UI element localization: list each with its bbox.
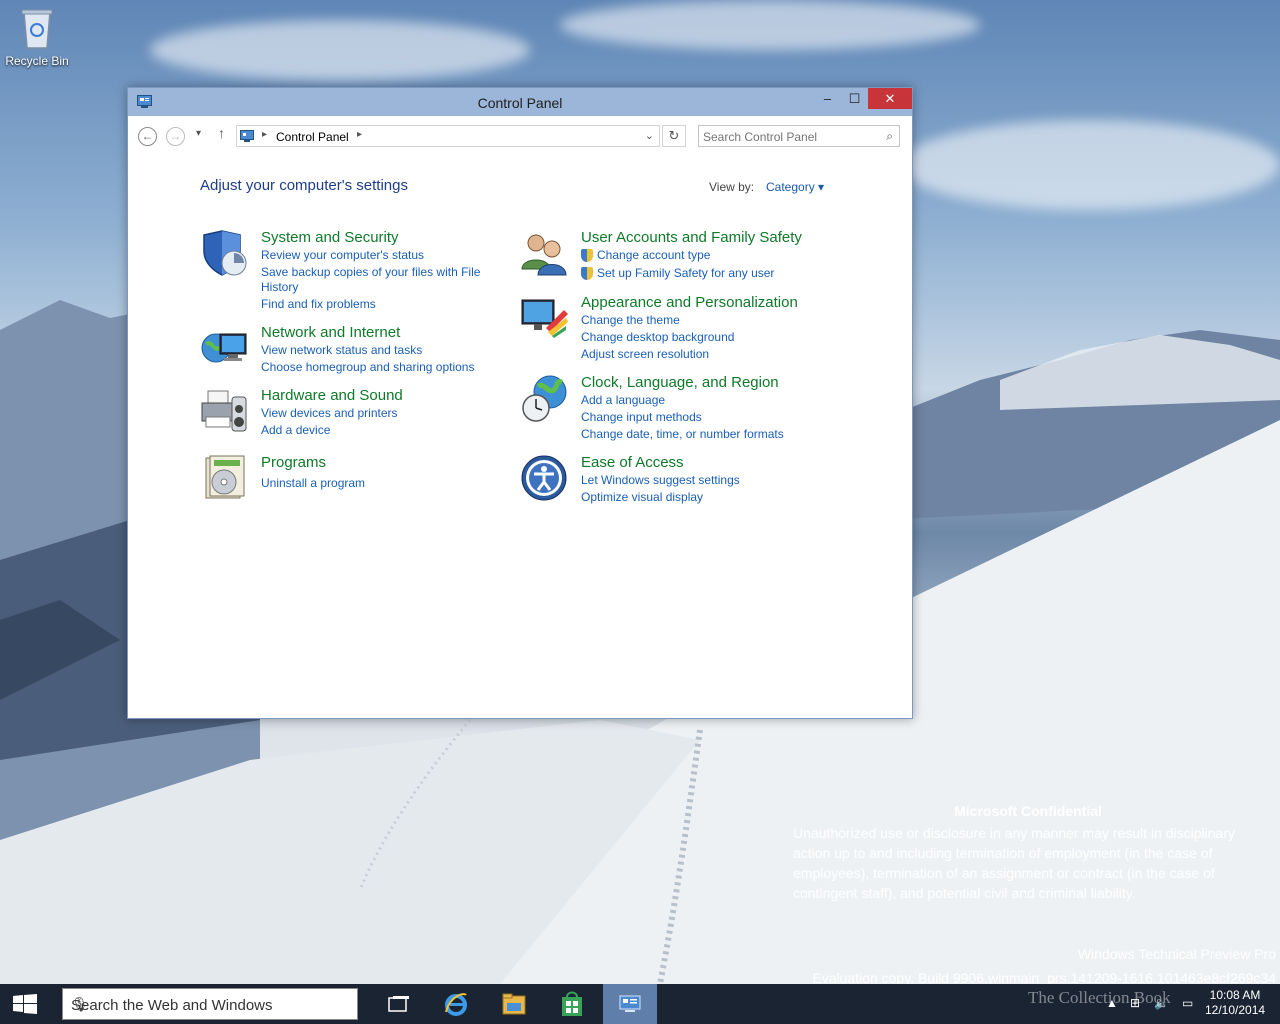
control-panel-window: Control Panel – ☐ ✕ ← → ▾ ↑ ▸ Control Pa… xyxy=(127,87,913,719)
file-explorer-icon xyxy=(502,993,526,1015)
search-input[interactable] xyxy=(703,128,873,145)
action-center-icon[interactable]: ▭ xyxy=(1182,996,1193,1010)
build-line-1: Windows Technical Preview Pro xyxy=(1077,946,1276,962)
link-family-safety[interactable]: Set up Family Safety for any user xyxy=(581,266,774,280)
view-by: View by: Category ▾ xyxy=(709,180,824,194)
collection-book-watermark: The Collection Book xyxy=(1028,988,1171,1007)
control-panel-icon xyxy=(619,995,641,1012)
breadcrumb-control-panel[interactable]: Control Panel xyxy=(276,130,349,144)
control-panel-icon xyxy=(240,130,254,142)
minimize-button[interactable]: – xyxy=(814,88,841,109)
build-watermark: Windows Technical Preview Pro Evaluation… xyxy=(812,942,1276,990)
network-icon[interactable] xyxy=(200,324,250,374)
link-date-time-formats[interactable]: Change date, time, or number formats xyxy=(581,427,784,441)
clock-time: 10:08 AM xyxy=(1209,988,1261,1002)
link-change-theme[interactable]: Change the theme xyxy=(581,313,680,327)
category-title[interactable]: Programs xyxy=(261,454,326,471)
window-title: Control Panel xyxy=(477,95,563,111)
search-box[interactable]: ⌕ xyxy=(698,125,900,147)
link-optimize-display[interactable]: Optimize visual display xyxy=(581,490,703,504)
recycle-bin-icon xyxy=(20,6,54,50)
ease-of-access-icon[interactable] xyxy=(520,454,570,504)
address-dropdown-icon[interactable]: ⌄ xyxy=(645,129,654,142)
confidential-notice: Microsoft Confidential Unauthorized use … xyxy=(793,801,1273,903)
clock-date: 12/10/2014 xyxy=(1205,1003,1266,1017)
taskbar-search-box[interactable]: Search the Web and Windows 🎙 xyxy=(62,988,358,1020)
globe-clock-icon[interactable] xyxy=(520,374,570,424)
category-title[interactable]: Network and Internet xyxy=(261,324,400,341)
page-heading: Adjust your computer's settings xyxy=(200,177,408,194)
forward-icon[interactable]: → xyxy=(166,127,185,146)
internet-explorer-icon xyxy=(445,993,467,1016)
category-title[interactable]: System and Security xyxy=(261,229,399,246)
link-uninstall[interactable]: Uninstall a program xyxy=(261,476,365,490)
link-network-status[interactable]: View network status and tasks xyxy=(261,343,422,357)
link-input-methods[interactable]: Change input methods xyxy=(581,410,702,424)
store-icon xyxy=(562,991,582,1016)
link-review-status[interactable]: Review your computer's status xyxy=(261,248,424,262)
confidential-body: Unauthorized use or disclosure in any ma… xyxy=(793,825,1235,901)
category-title[interactable]: Hardware and Sound xyxy=(261,387,403,404)
breadcrumb-separator-icon[interactable]: ▸ xyxy=(357,129,362,140)
users-icon[interactable] xyxy=(520,229,570,279)
link-homegroup[interactable]: Choose homegroup and sharing options xyxy=(261,360,474,374)
category-title[interactable]: Appearance and Personalization xyxy=(581,294,798,311)
recycle-bin[interactable]: Recycle Bin xyxy=(4,6,70,68)
category-title[interactable]: User Accounts and Family Safety xyxy=(581,229,802,246)
start-button[interactable] xyxy=(0,984,50,1024)
task-view-icon xyxy=(388,996,409,1012)
link-screen-resolution[interactable]: Adjust screen resolution xyxy=(581,347,709,361)
view-by-dropdown[interactable]: Category ▾ xyxy=(766,180,824,194)
link-devices-printers[interactable]: View devices and printers xyxy=(261,406,398,420)
confidential-title: Microsoft Confidential xyxy=(954,803,1102,819)
taskbar-clock[interactable]: 10:08 AM 12/10/2014 xyxy=(1205,988,1265,1018)
breadcrumb-separator-icon[interactable]: ▸ xyxy=(262,129,267,140)
link-suggest-settings[interactable]: Let Windows suggest settings xyxy=(581,473,740,487)
category-title[interactable]: Ease of Access xyxy=(581,454,684,471)
navigation-bar: ← → ▾ ↑ ▸ Control Panel ▸ ⌄ ↻ ⌕ xyxy=(128,116,912,156)
refresh-icon[interactable]: ↻ xyxy=(662,125,686,147)
control-panel-taskbar-button[interactable] xyxy=(603,984,657,1024)
title-bar[interactable]: Control Panel – ☐ ✕ xyxy=(128,88,912,116)
monitor-icon[interactable] xyxy=(520,294,570,344)
file-explorer-button[interactable] xyxy=(487,984,541,1024)
store-button[interactable] xyxy=(545,984,599,1024)
link-add-device[interactable]: Add a device xyxy=(261,423,330,437)
start-icon xyxy=(13,994,37,1014)
task-view-button[interactable] xyxy=(372,984,426,1024)
back-icon[interactable]: ← xyxy=(138,127,157,146)
internet-explorer-button[interactable] xyxy=(429,984,483,1024)
link-file-history[interactable]: Save backup copies of your files with Fi… xyxy=(261,265,480,279)
close-button[interactable]: ✕ xyxy=(868,88,912,109)
link-find-fix[interactable]: Find and fix problems xyxy=(261,297,376,311)
shield-icon[interactable] xyxy=(200,229,250,279)
category-title[interactable]: Clock, Language, and Region xyxy=(581,374,779,391)
recent-dropdown-icon[interactable]: ▾ xyxy=(196,128,201,139)
programs-icon[interactable] xyxy=(200,454,250,504)
link-desktop-background[interactable]: Change desktop background xyxy=(581,330,734,344)
microphone-icon[interactable]: 🎙 xyxy=(71,996,347,1013)
link-file-history-cont[interactable]: History xyxy=(261,280,298,294)
search-icon[interactable]: ⌕ xyxy=(886,129,893,144)
link-change-account-type[interactable]: Change account type xyxy=(581,248,710,262)
up-icon[interactable]: ↑ xyxy=(218,125,225,141)
link-add-language[interactable]: Add a language xyxy=(581,393,665,407)
printer-icon[interactable] xyxy=(200,387,250,437)
view-by-label: View by: xyxy=(709,180,755,194)
maximize-button[interactable]: ☐ xyxy=(841,88,868,109)
recycle-bin-label: Recycle Bin xyxy=(5,54,69,68)
address-bar[interactable]: ▸ Control Panel ▸ ⌄ xyxy=(236,125,660,147)
